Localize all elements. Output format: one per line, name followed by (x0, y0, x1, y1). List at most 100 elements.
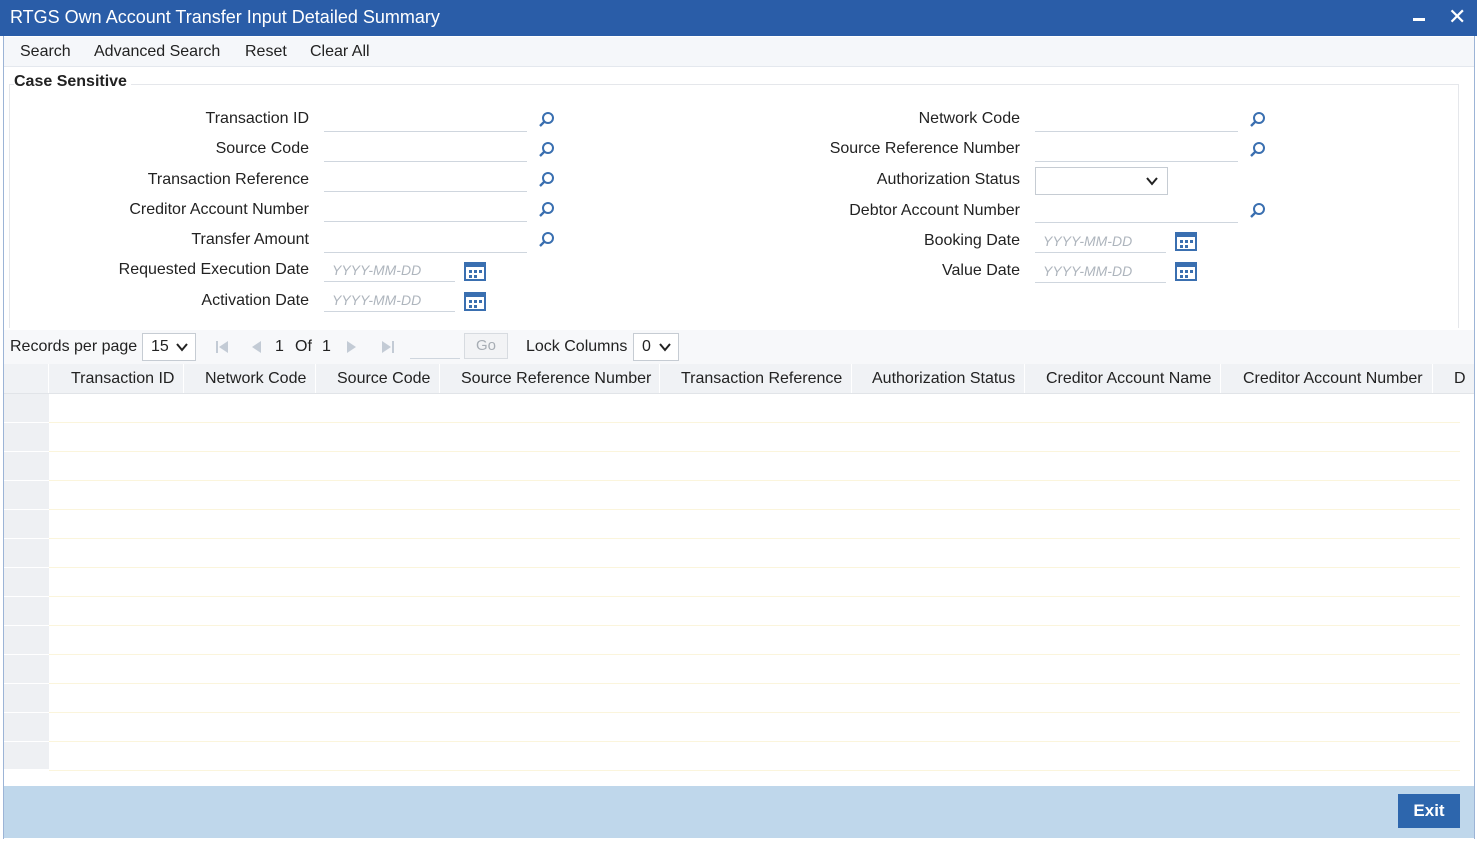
source-reference-number-label: Source Reference Number (829, 140, 1020, 157)
exit-button[interactable]: Exit (1398, 794, 1460, 828)
column-header[interactable]: Network Code (184, 364, 316, 393)
of-label: Of (295, 338, 312, 355)
row-selector[interactable] (4, 568, 49, 597)
transaction-id-search-icon[interactable] (538, 111, 556, 129)
row-selector[interactable] (4, 539, 49, 568)
network-code-label: Network Code (918, 110, 1020, 127)
lock-columns-label: Lock Columns (526, 338, 628, 355)
column-header[interactable]: Transaction Reference (660, 364, 852, 393)
page-number-input[interactable] (410, 333, 460, 359)
requested-execution-date-label: Requested Execution Date (118, 261, 309, 278)
requested-execution-date-input[interactable]: YYYY-MM-DD (324, 258, 455, 282)
row-divider (49, 480, 1460, 481)
last-page-icon[interactable] (380, 339, 396, 355)
records-per-page-label: Records per page (10, 338, 138, 355)
records-per-page-select[interactable]: 15 (142, 333, 196, 361)
current-page: 1 (275, 338, 284, 355)
select-all-column[interactable] (4, 364, 49, 393)
row-selector[interactable] (4, 655, 49, 684)
row-selector[interactable] (4, 684, 49, 713)
source-code-search-icon[interactable] (538, 141, 556, 159)
row-divider (49, 770, 1460, 771)
column-header[interactable]: D (1433, 364, 1474, 393)
row-divider (49, 451, 1460, 452)
column-header[interactable]: Creditor Account Number (1221, 364, 1433, 393)
source-reference-search-icon[interactable] (1249, 141, 1267, 159)
clear-all-button[interactable]: Clear All (310, 43, 370, 61)
transaction-id-label: Transaction ID (205, 110, 309, 127)
row-selector[interactable] (4, 423, 49, 452)
transfer-amount-label: Transfer Amount (191, 231, 309, 248)
reset-button[interactable]: Reset (245, 43, 287, 61)
debtor-account-number-input[interactable] (1035, 199, 1238, 223)
close-icon[interactable]: ✕ (1448, 6, 1468, 28)
value-date-label: Value Date (942, 262, 1020, 279)
row-divider (49, 509, 1460, 510)
row-divider (49, 538, 1460, 539)
advanced-search-button[interactable]: Advanced Search (94, 43, 220, 61)
lock-columns-value: 0 (642, 338, 651, 355)
value-date-calendar-icon[interactable] (1175, 261, 1197, 281)
previous-page-icon[interactable] (248, 339, 264, 355)
toolbar: Search Advanced Search Reset Clear All (4, 37, 1474, 67)
booking-date-calendar-icon[interactable] (1175, 231, 1197, 251)
booking-date-label: Booking Date (923, 232, 1020, 249)
column-header[interactable]: Creditor Account Name (1025, 364, 1221, 393)
transfer-amount-input[interactable] (324, 229, 527, 253)
go-button[interactable]: Go (464, 333, 508, 359)
footer-bar (4, 786, 1474, 838)
debtor-account-number-label: Debtor Account Number (849, 202, 1020, 219)
booking-date-input[interactable]: YYYY-MM-DD (1035, 229, 1166, 253)
window-title: RTGS Own Account Transfer Input Detailed… (10, 7, 440, 27)
row-divider (49, 683, 1460, 684)
total-pages: 1 (322, 338, 331, 355)
creditor-account-number-input[interactable] (324, 198, 527, 222)
row-divider (49, 567, 1460, 568)
transaction-reference-input[interactable] (324, 168, 527, 192)
requested-execution-date-calendar-icon[interactable] (464, 261, 486, 281)
row-selector[interactable] (4, 510, 49, 539)
source-code-input[interactable] (324, 138, 527, 162)
value-date-input[interactable]: YYYY-MM-DD (1035, 259, 1166, 283)
row-selector[interactable] (4, 597, 49, 626)
source-code-label: Source Code (215, 140, 309, 157)
network-code-input[interactable] (1035, 108, 1238, 132)
records-per-page-value: 15 (151, 338, 169, 355)
transfer-amount-search-icon[interactable] (538, 231, 556, 249)
row-divider (49, 596, 1460, 597)
creditor-account-number-label: Creditor Account Number (129, 201, 309, 218)
debtor-account-search-icon[interactable] (1249, 202, 1267, 220)
pagination-bar: Records per page 15 1 Of 1 Go Lock Colum… (4, 330, 1474, 364)
row-divider (49, 422, 1460, 423)
first-page-icon[interactable] (214, 339, 230, 355)
case-sensitive-legend: Case Sensitive (14, 73, 131, 91)
row-selector[interactable] (4, 742, 49, 770)
source-reference-number-input[interactable] (1035, 138, 1238, 162)
authorization-status-select[interactable] (1035, 167, 1168, 195)
transaction-reference-search-icon[interactable] (538, 171, 556, 189)
column-header[interactable]: Source Reference Number (440, 364, 660, 393)
transaction-id-input[interactable] (324, 108, 527, 132)
row-divider (49, 625, 1460, 626)
transaction-reference-label: Transaction Reference (147, 171, 309, 188)
row-selector[interactable] (4, 626, 49, 655)
row-selector[interactable] (4, 452, 49, 481)
chevron-down-icon (659, 343, 671, 352)
lock-columns-select[interactable]: 0 (633, 333, 679, 361)
activation-date-label: Activation Date (201, 292, 309, 309)
network-code-search-icon[interactable] (1249, 111, 1267, 129)
column-header[interactable]: Transaction ID (49, 364, 184, 393)
activation-date-input[interactable]: YYYY-MM-DD (324, 288, 455, 312)
column-header[interactable]: Source Code (316, 364, 440, 393)
next-page-icon[interactable] (344, 339, 360, 355)
row-selector[interactable] (4, 394, 49, 423)
row-selector[interactable] (4, 481, 49, 510)
column-header[interactable]: Authorization Status (852, 364, 1025, 393)
chevron-down-icon (176, 343, 188, 352)
authorization-status-label: Authorization Status (876, 171, 1020, 188)
activation-date-calendar-icon[interactable] (464, 291, 486, 311)
row-selector[interactable] (4, 713, 49, 742)
creditor-account-search-icon[interactable] (538, 201, 556, 219)
search-button[interactable]: Search (20, 43, 71, 61)
minimize-icon[interactable] (1410, 6, 1430, 28)
